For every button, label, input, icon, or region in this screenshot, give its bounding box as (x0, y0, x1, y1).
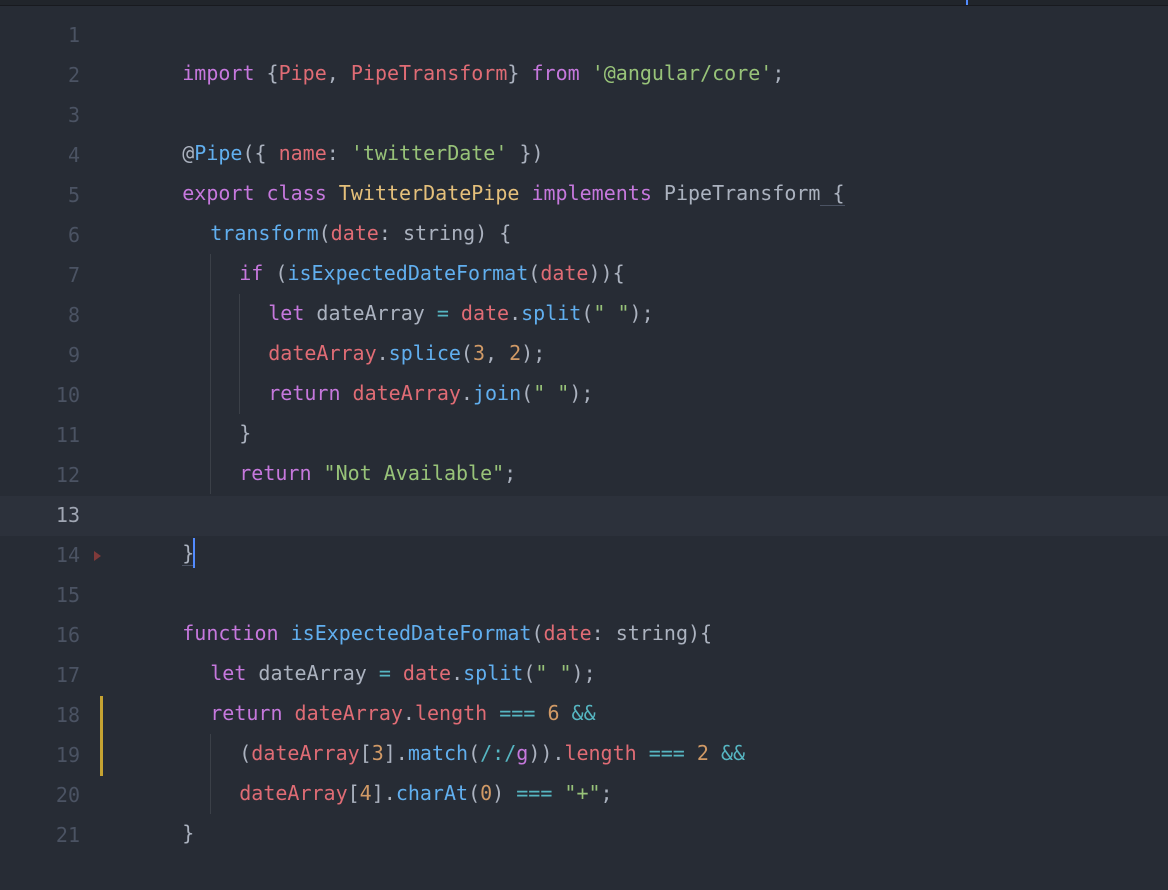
gutter-rail (98, 136, 110, 176)
gutter-rail (98, 616, 110, 656)
code-line[interactable]: 2 (0, 56, 1168, 96)
gutter-rail (98, 816, 110, 856)
line-number: 18 (0, 696, 98, 736)
line-number: 1 (0, 16, 98, 56)
line-number: 8 (0, 296, 98, 336)
code-editor[interactable]: 1 import {Pipe, PipeTransform} from '@an… (0, 6, 1168, 856)
code-line[interactable]: 9 return dateArray.join(" "); (0, 336, 1168, 376)
gutter-rail (98, 536, 110, 576)
gutter-rail (98, 656, 110, 696)
line-number: 10 (0, 376, 98, 416)
line-number: 11 (0, 416, 98, 456)
gutter-rail (98, 256, 110, 296)
code-line[interactable]: 8 dateArray.splice(3, 2); (0, 296, 1168, 336)
code-content[interactable] (110, 56, 1168, 96)
gutter-rail (98, 496, 110, 536)
code-line[interactable]: 15 function isExpectedDateFormat(date: s… (0, 576, 1168, 616)
code-content[interactable]: if (isExpectedDateFormat(date)){ (110, 216, 1168, 256)
code-line[interactable]: 11 return "Not Available"; (0, 416, 1168, 456)
gutter-rail (98, 176, 110, 216)
line-number: 17 (0, 656, 98, 696)
code-line[interactable]: 16 let dateArray = date.split(" "); (0, 616, 1168, 656)
code-line[interactable]: 4 export class TwitterDatePipe implement… (0, 136, 1168, 176)
gutter-rail (98, 56, 110, 96)
code-line[interactable]: 5 transform(date: string) { (0, 176, 1168, 216)
code-content[interactable]: } (110, 376, 1168, 416)
line-number: 12 (0, 456, 98, 496)
gutter-rail (98, 216, 110, 256)
code-content[interactable]: } (110, 456, 1168, 496)
line-number: 2 (0, 56, 98, 96)
gutter-rail (98, 416, 110, 456)
gutter-rail (98, 16, 110, 56)
code-content[interactable]: @Pipe({ name: 'twitterDate' }) (110, 96, 1168, 136)
line-number: 7 (0, 256, 98, 296)
code-line[interactable]: 19 dateArray[4].charAt(0) === "+"; (0, 736, 1168, 776)
code-line[interactable]: 7 let dateArray = date.split(" "); (0, 256, 1168, 296)
code-content[interactable]: export class TwitterDatePipe implements … (110, 136, 1168, 176)
gutter-rail (98, 376, 110, 416)
code-line[interactable]: 12 } (0, 456, 1168, 496)
code-line-active[interactable]: 13 } (0, 496, 1168, 536)
code-content[interactable]: } (110, 776, 1168, 816)
code-line[interactable]: 6 if (isExpectedDateFormat(date)){ (0, 216, 1168, 256)
line-number: 15 (0, 576, 98, 616)
line-number: 20 (0, 776, 98, 816)
line-number: 21 (0, 816, 98, 856)
gutter-rail (98, 576, 110, 616)
code-content[interactable] (110, 536, 1168, 576)
gutter-rail (98, 296, 110, 336)
deleted-lines-marker-icon[interactable] (94, 551, 101, 561)
line-number: 3 (0, 96, 98, 136)
code-content[interactable]: function isExpectedDateFormat(date: stri… (110, 576, 1168, 616)
line-number: 9 (0, 336, 98, 376)
gutter-rail-modified[interactable] (98, 736, 110, 776)
gutter-rail (98, 776, 110, 816)
code-line[interactable]: 14 (0, 536, 1168, 576)
code-content[interactable]: let dateArray = date.split(" "); (110, 616, 1168, 656)
code-line[interactable]: 18 (dateArray[3].match(/:/g)).length ===… (0, 696, 1168, 736)
code-content[interactable]: transform(date: string) { (110, 176, 1168, 216)
code-content[interactable]: return dateArray.length === 6 && (110, 656, 1168, 696)
secondary-caret-indicator (966, 0, 968, 5)
line-number: 6 (0, 216, 98, 256)
gutter-rail (98, 96, 110, 136)
line-number: 19 (0, 736, 98, 776)
code-content[interactable] (110, 816, 1168, 856)
code-line[interactable]: 21 (0, 816, 1168, 856)
code-content[interactable]: dateArray[4].charAt(0) === "+"; (110, 736, 1168, 776)
line-number: 4 (0, 136, 98, 176)
line-number: 16 (0, 616, 98, 656)
gutter-rail (98, 456, 110, 496)
code-line[interactable]: 10 } (0, 376, 1168, 416)
code-line[interactable]: 20 } (0, 776, 1168, 816)
code-line[interactable]: 17 return dateArray.length === 6 && (0, 656, 1168, 696)
code-content[interactable]: (dateArray[3].match(/:/g)).length === 2 … (110, 696, 1168, 736)
code-line[interactable]: 1 import {Pipe, PipeTransform} from '@an… (0, 16, 1168, 56)
line-number: 5 (0, 176, 98, 216)
code-content[interactable]: let dateArray = date.split(" "); (110, 256, 1168, 296)
code-content[interactable]: return dateArray.join(" "); (110, 336, 1168, 376)
code-content[interactable]: return "Not Available"; (110, 416, 1168, 456)
code-content[interactable]: dateArray.splice(3, 2); (110, 296, 1168, 336)
code-line[interactable]: 3 @Pipe({ name: 'twitterDate' }) (0, 96, 1168, 136)
gutter-rail (98, 336, 110, 376)
code-content[interactable]: } (110, 496, 1168, 536)
gutter-rail-modified[interactable] (98, 696, 110, 736)
code-content[interactable]: import {Pipe, PipeTransform} from '@angu… (110, 16, 1168, 56)
line-number: 14 (0, 536, 98, 576)
line-number: 13 (0, 496, 98, 536)
